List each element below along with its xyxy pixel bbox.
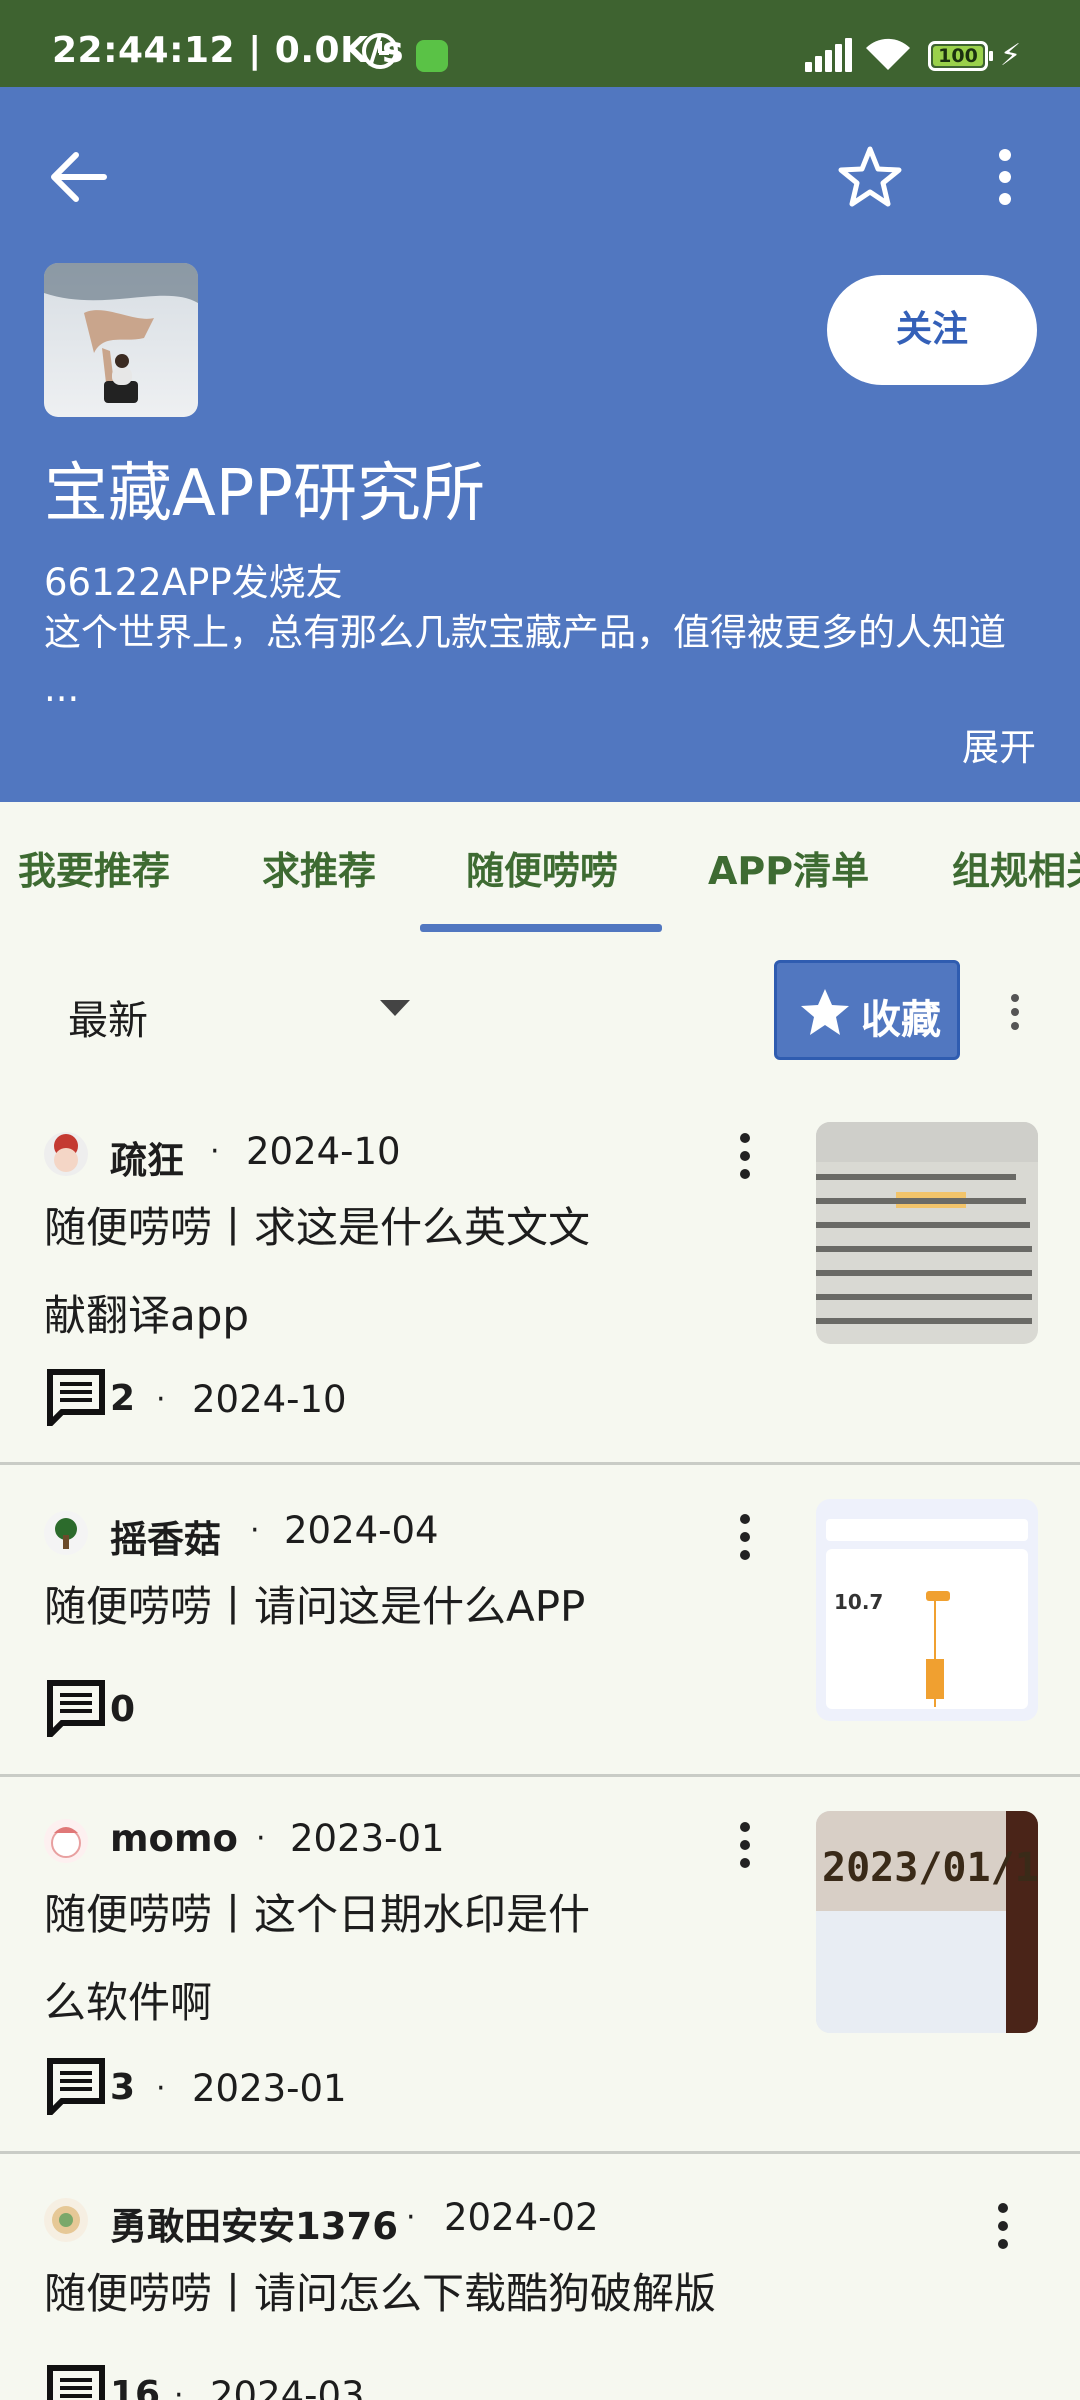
star-filled-icon bbox=[801, 989, 849, 1035]
group-avatar[interactable] bbox=[44, 263, 198, 417]
separator-dot: · bbox=[156, 2071, 166, 2106]
thumbnail-text: 2023/01/1 bbox=[822, 1845, 1038, 1891]
back-icon[interactable] bbox=[42, 141, 114, 213]
more-vert-icon[interactable] bbox=[970, 139, 1040, 215]
post-date: 2023-01 bbox=[290, 1817, 445, 1860]
comment-icon bbox=[47, 2365, 105, 2400]
app-notification-icon bbox=[416, 40, 448, 72]
group-description: 这个世界上，总有那么几款宝藏产品，值得被更多的人知道 ... bbox=[44, 611, 1006, 710]
author-avatar[interactable] bbox=[44, 1132, 88, 1176]
expand-link[interactable]: 展开 bbox=[962, 717, 1036, 771]
last-reply-date: 2024-03 bbox=[210, 2374, 365, 2400]
more-vert-icon[interactable] bbox=[730, 1819, 760, 1871]
tab-group-rules[interactable]: 组规相关 bbox=[952, 840, 1080, 895]
post-title[interactable]: 随便唠唠丨求这是什么英文文 献翻译app bbox=[44, 1184, 590, 1360]
post-title-line: 随便唠唠丨这个日期水印是什 bbox=[44, 1890, 591, 1939]
post-title-line: 随便唠唠丨请问怎么下载酷狗破解版 bbox=[44, 2269, 717, 2318]
more-vert-icon[interactable] bbox=[988, 2200, 1018, 2252]
separator-dot: · bbox=[250, 1513, 260, 1548]
battery-level: 100 bbox=[933, 46, 983, 67]
post-item[interactable]: 摇香菇 · 2024-04 随便唠唠丨请问这是什么APP 0 10.7 bbox=[0, 1465, 1080, 1777]
author-name[interactable]: 摇香菇 bbox=[110, 1509, 221, 1563]
comment-count: 3 bbox=[110, 2067, 136, 2108]
author-avatar[interactable] bbox=[44, 2198, 88, 2242]
post-item[interactable]: 疏狂 · 2024-10 随便唠唠丨求这是什么英文文 献翻译app 2 · 20… bbox=[0, 1090, 1080, 1465]
author-name[interactable]: 疏狂 bbox=[110, 1130, 184, 1184]
post-thumbnail[interactable]: 2023/01/1 bbox=[816, 1811, 1038, 2033]
post-date: 2024-02 bbox=[444, 2196, 599, 2239]
follow-button[interactable]: 关注 bbox=[827, 275, 1037, 385]
post-thumbnail[interactable]: 10.7 bbox=[816, 1499, 1038, 1721]
separator-dot: · bbox=[256, 1821, 266, 1856]
tab-app-list[interactable]: APP清单 bbox=[708, 840, 869, 895]
author-avatar[interactable] bbox=[44, 1819, 88, 1863]
status-time: 22:44:12 | 0.0K/s bbox=[52, 30, 405, 71]
post-item[interactable]: momo · 2023-01 随便唠唠丨这个日期水印是什 么软件啊 3 · 20… bbox=[0, 1777, 1080, 2154]
author-name[interactable]: 勇敢田安安1376 bbox=[110, 2196, 398, 2250]
author-avatar[interactable] bbox=[44, 1511, 88, 1555]
tab-chat[interactable]: 随便唠唠 bbox=[466, 840, 618, 895]
last-reply-date: 2024-10 bbox=[192, 1378, 347, 1421]
post-title[interactable]: 随便唠唠丨这个日期水印是什 么软件啊 bbox=[44, 1871, 590, 2047]
comment-count: 16 bbox=[110, 2374, 161, 2400]
comment-icon bbox=[47, 1680, 105, 1737]
group-header: 关注 宝藏APP研究所 66122APP发烧友 这个世界上，总有那么几款宝藏产品… bbox=[0, 87, 1080, 802]
alarm-icon bbox=[362, 33, 398, 69]
thumbnail-text: 10.7 bbox=[834, 1590, 883, 1614]
favorite-button[interactable]: 收藏 bbox=[774, 960, 960, 1060]
separator-dot: · bbox=[156, 1382, 166, 1417]
star-outline-icon[interactable] bbox=[832, 139, 908, 215]
separator-dot: · bbox=[210, 1134, 220, 1169]
tab-bar: 我要推荐 求推荐 随便唠唠 APP清单 组规相关 bbox=[0, 802, 1080, 934]
post-date: 2024-04 bbox=[284, 1509, 439, 1552]
more-vert-icon[interactable] bbox=[1000, 990, 1030, 1034]
author-name[interactable]: momo bbox=[110, 1817, 238, 1860]
charging-icon: ⚡ bbox=[1000, 38, 1022, 73]
wifi-icon bbox=[866, 38, 910, 70]
comment-icon bbox=[47, 2058, 105, 2115]
separator-dot: · bbox=[406, 2200, 416, 2235]
signal-icon bbox=[805, 38, 853, 72]
tab-recommend[interactable]: 我要推荐 bbox=[18, 840, 170, 895]
last-reply-date: 2023-01 bbox=[192, 2067, 347, 2110]
post-title[interactable]: 随便唠唠丨请问怎么下载酷狗破解版 bbox=[44, 2250, 716, 2338]
status-bar: 22:44:12 | 0.0K/s 100 ⚡ bbox=[0, 0, 1080, 87]
more-vert-icon[interactable] bbox=[730, 1511, 760, 1563]
tab-ask-recommend[interactable]: 求推荐 bbox=[262, 840, 376, 895]
comment-count: 2 bbox=[110, 1378, 136, 1419]
group-subtitle: 66122APP发烧友 bbox=[44, 561, 343, 604]
active-tab-indicator bbox=[420, 924, 662, 932]
group-title: 宝藏APP研究所 bbox=[44, 457, 485, 531]
favorite-label: 收藏 bbox=[861, 997, 941, 1043]
post-item[interactable]: 勇敢田安安1376 · 2024-02 随便唠唠丨请问怎么下载酷狗破解版 16 … bbox=[0, 2154, 1080, 2400]
post-title-line: 随便唠唠丨求这是什么英文文 bbox=[44, 1203, 591, 1252]
post-title-line: 献翻译app bbox=[44, 1291, 250, 1340]
post-title[interactable]: 随便唠唠丨请问这是什么APP bbox=[44, 1563, 585, 1651]
post-date: 2024-10 bbox=[246, 1130, 401, 1173]
separator-dot: · bbox=[174, 2378, 184, 2400]
post-title-line: 随便唠唠丨请问这是什么APP bbox=[44, 1582, 586, 1631]
post-thumbnail[interactable] bbox=[816, 1122, 1038, 1344]
battery-icon: 100 bbox=[928, 41, 993, 71]
dropdown-arrow-icon[interactable] bbox=[380, 1000, 410, 1016]
comment-count: 0 bbox=[110, 1689, 136, 1730]
comment-icon bbox=[47, 1369, 105, 1426]
post-title-line: 么软件啊 bbox=[44, 1978, 213, 2027]
more-vert-icon[interactable] bbox=[730, 1130, 760, 1182]
sort-dropdown[interactable]: 最新 bbox=[68, 988, 148, 1046]
